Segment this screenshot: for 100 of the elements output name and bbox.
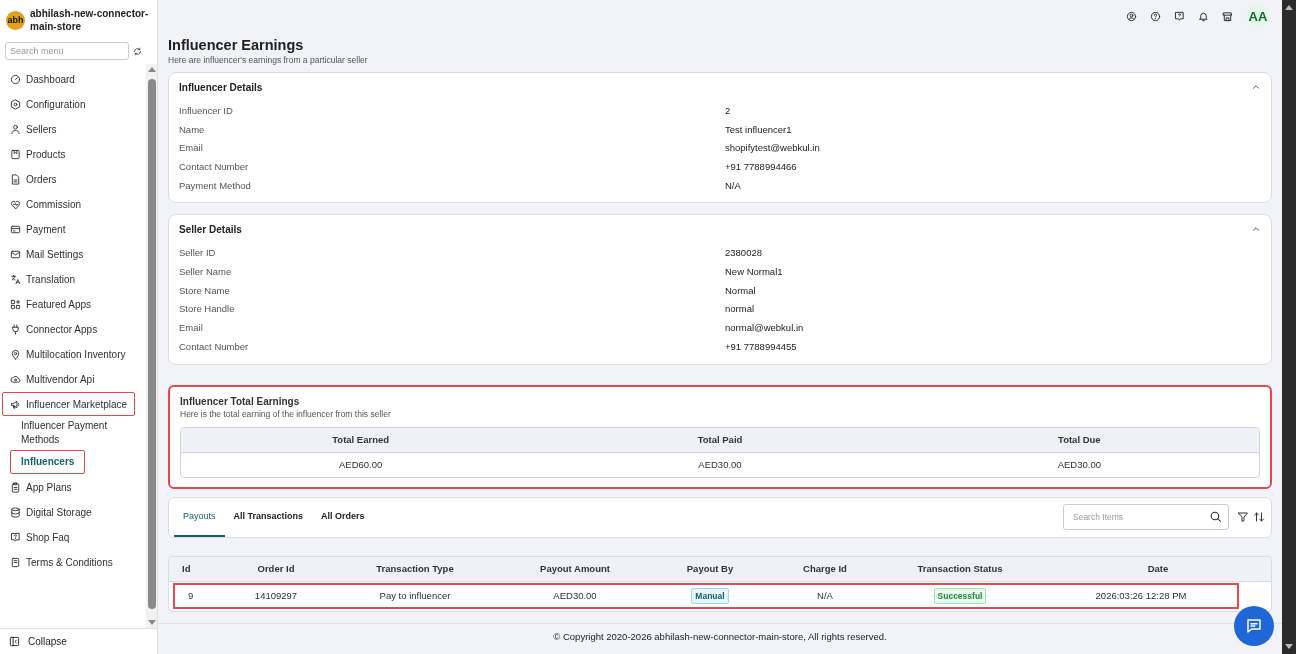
document-icon [10, 173, 21, 185]
tab[interactable]: All Transactions [224, 497, 313, 537]
field-value: shopifytest@webkul.in [725, 142, 821, 154]
chevron-up-icon [1251, 82, 1261, 92]
card-title: Influencer Total Earnings [180, 395, 301, 407]
column-header: Transaction Status [916, 563, 1004, 575]
sort-icon [1253, 511, 1265, 524]
collapse-toggle[interactable] [1251, 82, 1261, 92]
table-cell-text: N/A [816, 590, 834, 602]
sidebar-item[interactable]: Translation [2, 267, 84, 291]
column-header: Date [1146, 563, 1170, 575]
column-header: Charge Id [802, 563, 848, 575]
store-avatar: abh [6, 10, 25, 30]
megaphone-icon [10, 398, 21, 410]
sidebar-item[interactable]: Connector Apps [2, 317, 106, 341]
table-cell-text: 9 [187, 590, 195, 602]
sidebar-item[interactable]: Digital Storage [2, 500, 100, 524]
card-subtitle: Here is the total earning of the influencer from this seller [180, 408, 392, 419]
help-icon[interactable] [1150, 10, 1161, 22]
store-icon[interactable] [1222, 10, 1233, 22]
search-field[interactable]: Search menu [5, 42, 129, 60]
database-icon [10, 506, 21, 518]
plug-icon [10, 323, 21, 335]
table-cell-text: AED30.00 [1056, 459, 1102, 471]
column-header: Payout By [685, 563, 735, 575]
field-label: Email [179, 142, 204, 154]
field-value: N/A [725, 179, 742, 191]
sidebar-item[interactable]: Mail Settings [2, 242, 92, 266]
field-label: Seller ID [179, 247, 217, 259]
envelope-icon [10, 248, 21, 260]
user-circle-icon[interactable] [1126, 10, 1137, 22]
field-value: Test influencer1 [725, 123, 793, 135]
field-value: Normal [725, 284, 757, 296]
sidebar-item[interactable]: App Plans [2, 475, 80, 499]
sidebar-item[interactable]: Terms & Conditions [2, 550, 121, 574]
field-value: +91 7788994455 [725, 340, 798, 352]
field-value: 2380028 [725, 247, 763, 259]
feedback-icon[interactable] [1174, 10, 1185, 22]
field-value: normal [725, 303, 756, 315]
clipboard-icon [10, 481, 21, 493]
status-badge: Successful [933, 587, 987, 604]
sidebar-item[interactable]: Shop Faq [2, 525, 78, 549]
question-icon [10, 531, 21, 543]
column-header: Transaction Type [375, 563, 455, 575]
filter-icon [1237, 511, 1249, 524]
card-icon [10, 223, 21, 235]
pin-icon [10, 348, 21, 360]
scrollbar[interactable] [1282, 0, 1296, 654]
field-value: New Normal1 [725, 265, 784, 277]
table-cell-text: AED60.00 [338, 459, 384, 471]
store-name: abhilash-new-connector-main-store [30, 7, 150, 33]
field-label: Seller Name [179, 265, 233, 277]
sidebar-item[interactable]: Payment [2, 217, 74, 241]
sidebar-item[interactable]: Influencer Marketplace [2, 392, 136, 416]
hexagon-icon [10, 98, 21, 110]
table-cell-text: Pay to influencer [378, 590, 452, 602]
sidebar-item[interactable]: Featured Apps [2, 292, 100, 316]
page-title: Influencer Earnings [168, 37, 305, 53]
sidebar-item[interactable]: Orders [2, 167, 65, 191]
tab[interactable]: All Orders [312, 497, 374, 537]
column-header: Payout Amount [539, 563, 611, 575]
status-badge: Manual [691, 587, 729, 604]
field-value: +91 7788994466 [725, 160, 798, 172]
chat-bubble-icon [1245, 617, 1263, 635]
refresh-icon [133, 46, 142, 56]
field-value: 2 [725, 104, 732, 116]
field-label: Store Handle [179, 303, 236, 315]
grid-icon [10, 298, 21, 310]
sidebar-item[interactable]: Products [2, 142, 74, 166]
field-value: normal@webkul.in [725, 322, 805, 334]
search-field[interactable]: Search Items [1063, 504, 1229, 531]
table-cell-text: AED30.00 [697, 459, 743, 471]
card-title: Influencer Details [179, 81, 263, 93]
user-avatar[interactable]: AA [1246, 4, 1270, 28]
sidebar-subitem[interactable]: Influencers [10, 450, 86, 474]
field-label: Contact Number [179, 160, 250, 172]
gauge-icon [10, 73, 21, 85]
column-header: Total Paid [696, 434, 744, 446]
bell-icon[interactable] [1198, 10, 1209, 22]
column-header: Total Due [1057, 434, 1102, 446]
sidebar-item[interactable]: Sellers [2, 117, 65, 141]
field-label: Contact Number [179, 340, 250, 352]
table-cell-text: 2026:03:26 12:28 PM [1094, 590, 1188, 602]
field-label: Store Name [179, 284, 231, 296]
sidebar-item[interactable]: Multilocation Inventory [2, 342, 134, 366]
sidebar-collapse-icon [9, 636, 20, 647]
bookmark-icon [10, 148, 21, 160]
sidebar-item[interactable]: Commission [2, 192, 89, 216]
tab[interactable]: Payouts [174, 497, 225, 537]
table-cell-text: AED30.00 [552, 590, 598, 602]
translate-icon [10, 273, 21, 285]
chat-button[interactable] [1234, 606, 1274, 646]
sidebar-item[interactable]: Configuration [2, 92, 94, 116]
field-label: Name [179, 123, 206, 135]
page-subtitle: Here are influencer's earnings from a particular seller [168, 55, 369, 65]
sidebar-item[interactable]: Multivendor Api [2, 367, 103, 391]
sidebar-item[interactable]: Dashboard [2, 67, 83, 91]
person-icon [10, 123, 21, 135]
sidebar-subitem[interactable]: Influencer Payment Methods [10, 417, 120, 449]
document-icon [10, 556, 21, 568]
